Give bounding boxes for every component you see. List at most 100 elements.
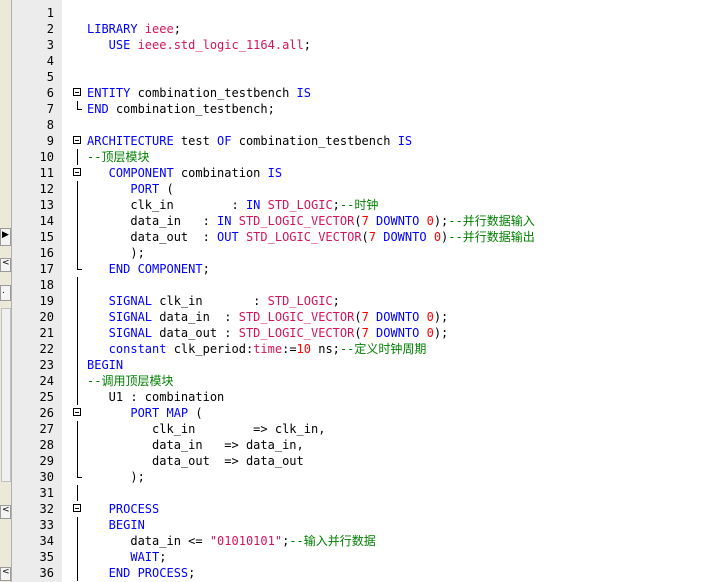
fold-guide bbox=[77, 277, 78, 293]
code-line[interactable]: 26 PORT MAP ( bbox=[12, 405, 714, 421]
code-token: STD_LOGIC_VECTOR bbox=[245, 230, 362, 244]
code-line[interactable]: 36 END PROCESS; bbox=[12, 565, 714, 581]
code-token: ENTITY bbox=[87, 86, 138, 100]
code-token: ; bbox=[159, 550, 167, 564]
left-arrow-icon: < bbox=[2, 567, 10, 577]
code-line[interactable]: 18 bbox=[12, 277, 714, 293]
code-text: BEGIN bbox=[87, 357, 123, 373]
code-token: test bbox=[180, 134, 218, 148]
code-line[interactable]: 21 SIGNAL data_out : STD_LOGIC_VECTOR(7 … bbox=[12, 325, 714, 341]
code-token: DOWNTO bbox=[376, 310, 427, 324]
code-line[interactable]: 10 --顶层模块 bbox=[12, 149, 714, 165]
code-line[interactable]: 2 LIBRARY ieee; bbox=[12, 21, 714, 37]
line-number: 35 bbox=[39, 550, 54, 564]
collapse-button-2[interactable]: < bbox=[0, 505, 11, 519]
expand-button[interactable]: ▶ bbox=[0, 228, 11, 246]
code-token: 7 bbox=[361, 310, 377, 324]
code-line[interactable]: 5 bbox=[12, 69, 714, 85]
line-number: 20 bbox=[39, 310, 54, 324]
code-line[interactable]: 29 data_out => data_out bbox=[12, 453, 714, 469]
fold-toggle-icon[interactable] bbox=[73, 504, 81, 512]
code-line[interactable]: 22 constant clk_period:time:=10 ns;--定义时… bbox=[12, 341, 714, 357]
code-line[interactable]: 17 END COMPONENT; bbox=[12, 261, 714, 277]
collapse-button-3[interactable]: < bbox=[0, 567, 11, 581]
code-line[interactable]: 28 data_in => data_in, bbox=[12, 437, 714, 453]
line-number: 12 bbox=[39, 182, 54, 196]
code-text: END combination_testbench; bbox=[87, 101, 275, 117]
code-text: PORT MAP ( bbox=[87, 405, 203, 421]
code-line[interactable]: 14 data_in : IN STD_LOGIC_VECTOR(7 DOWNT… bbox=[12, 213, 714, 229]
code-lines: 1 2 LIBRARY ieee; 3 USE ieee.std_logic_1164… bbox=[12, 5, 714, 581]
code-token: COMPONENT bbox=[87, 166, 181, 180]
code-line[interactable]: 15 data_out : OUT STD_LOGIC_VECTOR(7 DOW… bbox=[12, 229, 714, 245]
code-line[interactable]: 3 USE ieee.std_logic_1164.all; bbox=[12, 37, 714, 53]
code-line[interactable]: 24 --调用顶层模块 bbox=[12, 373, 714, 389]
code-line[interactable]: 1 bbox=[12, 5, 714, 21]
fold-toggle-icon[interactable] bbox=[73, 136, 81, 144]
fold-guide bbox=[77, 293, 78, 309]
code-text: data_in <= "01010101";--输入并行数据 bbox=[87, 533, 375, 549]
code-token: IS bbox=[397, 134, 413, 148]
fold-toggle-icon[interactable] bbox=[73, 408, 81, 416]
collapse-button-1[interactable]: < bbox=[0, 258, 11, 272]
code-text: END PROCESS; bbox=[87, 565, 196, 581]
line-number: 25 bbox=[39, 390, 54, 404]
code-token: ( bbox=[166, 182, 174, 196]
line-number: 15 bbox=[39, 230, 54, 244]
code-line[interactable]: 31 bbox=[12, 485, 714, 501]
code-token: END PROCESS bbox=[87, 566, 189, 580]
code-line[interactable]: 8 bbox=[12, 117, 714, 133]
side-scrollbar[interactable] bbox=[1, 308, 11, 482]
code-token: ( bbox=[361, 230, 369, 244]
code-token: --定义时钟周期 bbox=[339, 342, 427, 356]
code-token: ; bbox=[332, 294, 340, 308]
code-text: --调用顶层模块 bbox=[87, 373, 173, 389]
code-token: ; bbox=[173, 22, 181, 36]
fold-toggle-icon[interactable] bbox=[73, 88, 81, 96]
code-token: ( bbox=[195, 406, 203, 420]
code-text: SIGNAL clk_in : STD_LOGIC; bbox=[87, 293, 340, 309]
fold-toggle-icon[interactable] bbox=[73, 168, 81, 176]
code-line[interactable]: 13 clk_in : IN STD_LOGIC;--时钟 bbox=[12, 197, 714, 213]
code-token: ); bbox=[87, 246, 145, 260]
code-editor[interactable]: 1 2 LIBRARY ieee; 3 USE ieee.std_logic_1164… bbox=[12, 0, 714, 582]
code-token: IS bbox=[267, 166, 283, 180]
code-line[interactable]: 34 data_in <= "01010101";--输入并行数据 bbox=[12, 533, 714, 549]
code-line[interactable]: 33 BEGIN bbox=[12, 517, 714, 533]
code-line[interactable]: 12 PORT ( bbox=[12, 181, 714, 197]
code-token: END COMPONENT bbox=[87, 262, 203, 276]
line-number: 28 bbox=[39, 438, 54, 452]
code-text: data_out => data_out bbox=[87, 453, 304, 469]
fold-guide bbox=[77, 213, 78, 229]
code-line[interactable]: 9 ARCHITECTURE test OF combination_testbe… bbox=[12, 133, 714, 149]
line-number: 1 bbox=[46, 6, 54, 20]
code-line[interactable]: 23 BEGIN bbox=[12, 357, 714, 373]
code-line[interactable]: 4 bbox=[12, 53, 714, 69]
code-line[interactable]: 32 PROCESS bbox=[12, 501, 714, 517]
code-token: 7 bbox=[368, 230, 384, 244]
fold-guide bbox=[77, 437, 78, 453]
code-token: IN bbox=[217, 214, 239, 228]
line-number: 18 bbox=[39, 278, 54, 292]
code-text: PROCESS bbox=[87, 501, 160, 517]
code-line[interactable]: 19 SIGNAL clk_in : STD_LOGIC; bbox=[12, 293, 714, 309]
code-line[interactable]: 35 WAIT; bbox=[12, 549, 714, 565]
code-line[interactable]: 27 clk_in => clk_in, bbox=[12, 421, 714, 437]
fold-guide bbox=[77, 229, 78, 245]
code-line[interactable]: 11 COMPONENT combination IS bbox=[12, 165, 714, 181]
fold-guide bbox=[77, 357, 78, 373]
line-number: 34 bbox=[39, 534, 54, 548]
code-line[interactable]: 6 ENTITY combination_testbench IS bbox=[12, 85, 714, 101]
menu-button[interactable]: . bbox=[0, 285, 11, 301]
code-line[interactable]: 20 SIGNAL data_in : STD_LOGIC_VECTOR(7 D… bbox=[12, 309, 714, 325]
code-token: 0 bbox=[426, 310, 434, 324]
code-token: data_out : bbox=[159, 326, 239, 340]
code-line[interactable]: 25 U1 : combination bbox=[12, 389, 714, 405]
code-line[interactable]: 7 END combination_testbench; bbox=[12, 101, 714, 117]
left-arrow-icon: < bbox=[2, 258, 10, 268]
code-token: := bbox=[282, 342, 297, 356]
fold-guide bbox=[77, 421, 78, 437]
code-line[interactable]: 30 ); bbox=[12, 469, 714, 485]
code-token: END bbox=[87, 102, 116, 116]
code-line[interactable]: 16 ); bbox=[12, 245, 714, 261]
